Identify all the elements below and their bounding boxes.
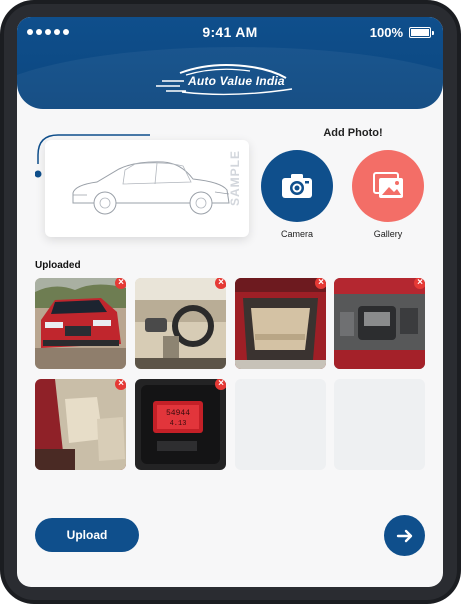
remove-photo-button[interactable]: × (115, 379, 126, 390)
add-photo-title: Add Photo! (323, 127, 383, 139)
camera-button[interactable]: Camera (261, 150, 333, 239)
empty-photo-slot[interactable] (235, 379, 326, 470)
photo-exterior-front[interactable]: × (35, 278, 126, 369)
camera-circle[interactable] (261, 150, 333, 222)
uploaded-grid: × × × × × 54944 4.13 × (35, 278, 425, 470)
front-seats-photo (35, 379, 126, 470)
remove-photo-button[interactable]: × (215, 278, 226, 289)
dashboard-photo (135, 278, 226, 369)
photo-dashboard[interactable]: × (135, 278, 226, 369)
app-logo: Auto Value India (152, 61, 312, 101)
remove-photo-button[interactable]: × (215, 379, 226, 390)
trip-reading: 4.13 (170, 420, 187, 428)
photo-front-seats[interactable]: × (35, 379, 126, 470)
photo-boot[interactable]: × (235, 278, 326, 369)
phone-frame: 9:41 AM 100% Auto Value India SAMPLE Add… (0, 0, 461, 604)
boot-photo (235, 278, 326, 369)
car-outline-icon (72, 161, 230, 215)
camera-icon (282, 174, 312, 198)
sample-watermark: SAMPLE (228, 149, 242, 206)
arrow-right-icon (396, 529, 412, 542)
remove-photo-button[interactable]: × (115, 278, 126, 289)
remove-photo-button[interactable]: × (315, 278, 326, 289)
reference-car-sketch: SAMPLE (45, 140, 249, 237)
photo-odometer[interactable]: 54944 4.13 × (135, 379, 226, 470)
gallery-button[interactable]: Gallery (352, 150, 424, 239)
gallery-circle[interactable] (352, 150, 424, 222)
battery-percentage: 100% (369, 25, 403, 40)
status-bar: 9:41 AM 100% (17, 17, 443, 49)
engine-bay-photo (334, 278, 425, 369)
empty-photo-slot[interactable] (334, 379, 425, 470)
logo-text: Auto Value India (188, 74, 285, 88)
photo-engine-bay[interactable]: × (334, 278, 425, 369)
upload-button[interactable]: Upload (35, 518, 139, 552)
app-header: 9:41 AM 100% Auto Value India (17, 17, 443, 109)
next-button[interactable] (384, 515, 425, 556)
battery-icon (409, 27, 434, 38)
car-exterior-photo (35, 278, 126, 369)
odometer-reading: 54944 (166, 409, 190, 418)
app-screen: 9:41 AM 100% Auto Value India SAMPLE Add… (17, 17, 443, 587)
gallery-label: Gallery (373, 229, 403, 239)
odometer-photo: 54944 4.13 (135, 379, 226, 470)
uploaded-title: Uploaded (35, 260, 81, 271)
remove-photo-button[interactable]: × (414, 278, 425, 289)
camera-label: Camera (280, 229, 313, 239)
gallery-icon (373, 172, 403, 198)
